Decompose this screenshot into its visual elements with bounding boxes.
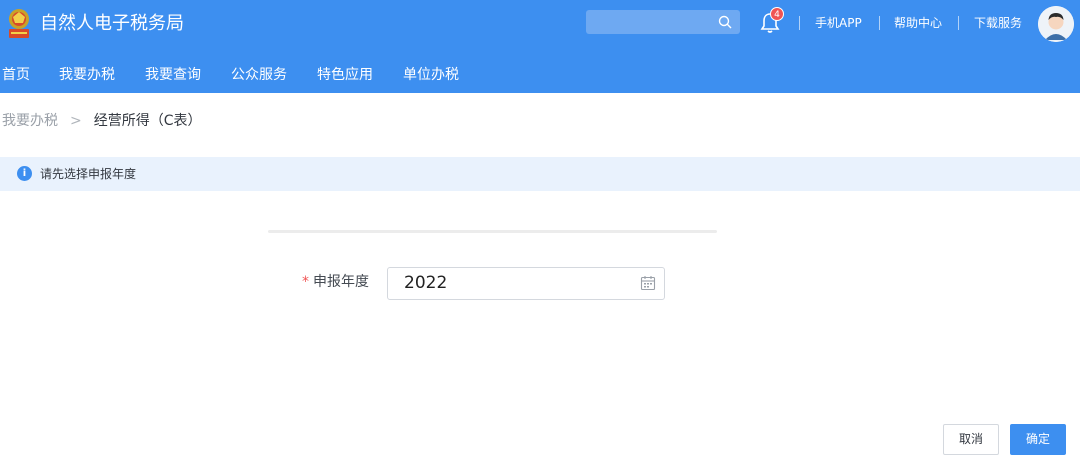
top-header: 自然人电子税务局 4 手机APP 帮助中心 下载服务 首页 我要办税 我要查询 … — [0, 0, 1080, 93]
notice-text: 请先选择申报年度 — [40, 167, 137, 181]
confirm-button[interactable]: 确定 — [1010, 424, 1066, 455]
user-avatar[interactable] — [1038, 6, 1074, 42]
download-service-link[interactable]: 下载服务 — [974, 15, 1022, 31]
breadcrumb: 我要办税 > 经营所得（C表） — [2, 111, 202, 131]
help-center-link[interactable]: 帮助中心 — [894, 15, 942, 31]
header-divider — [958, 16, 959, 30]
nav-public-service[interactable]: 公众服务 — [231, 65, 287, 85]
app-title: 自然人电子税务局 — [40, 13, 184, 34]
notice-banner: i 请先选择申报年度 — [0, 157, 1080, 191]
search-icon[interactable] — [718, 15, 732, 29]
breadcrumb-link-file-taxes[interactable]: 我要办税 — [2, 113, 58, 129]
year-label-text: 申报年度 — [313, 274, 369, 290]
nav-home[interactable]: 首页 — [2, 65, 30, 85]
nav-query[interactable]: 我要查询 — [145, 65, 201, 85]
nav-featured-apps[interactable]: 特色应用 — [317, 65, 373, 85]
required-mark: * — [302, 274, 309, 290]
info-icon: i — [17, 166, 32, 181]
search-input[interactable] — [586, 10, 740, 34]
tax-emblem-logo — [9, 9, 29, 38]
nav-file-taxes[interactable]: 我要办税 — [59, 65, 115, 85]
header-divider — [879, 16, 880, 30]
section-divider — [268, 230, 717, 233]
header-divider — [799, 16, 800, 30]
year-field-label: * 申报年度 — [302, 273, 369, 291]
calendar-icon[interactable] — [640, 275, 656, 291]
breadcrumb-separator: > — [70, 113, 82, 129]
mobile-app-link[interactable]: 手机APP — [815, 15, 862, 31]
breadcrumb-current: 经营所得（C表） — [93, 113, 202, 129]
cancel-button[interactable]: 取消 — [943, 424, 999, 455]
avatar-icon — [1038, 6, 1074, 42]
nav-employer-taxes[interactable]: 单位办税 — [403, 65, 459, 85]
tax-year-picker[interactable]: 2022 — [387, 267, 665, 300]
notification-badge: 4 — [770, 7, 784, 21]
